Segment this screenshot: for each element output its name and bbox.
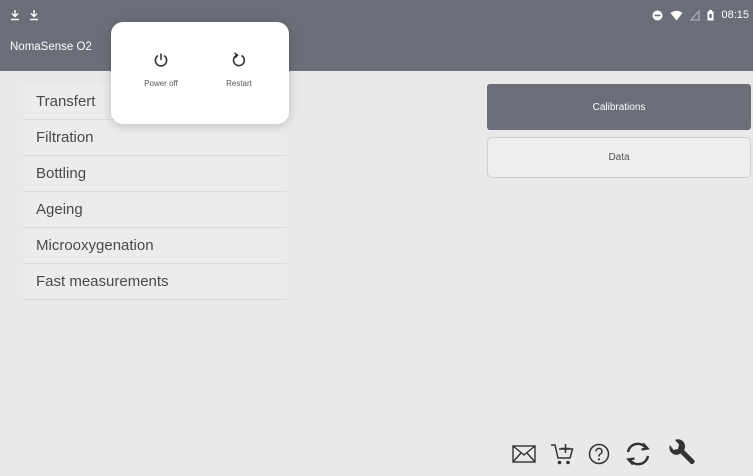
bottom-toolbar bbox=[512, 437, 696, 471]
menu-item-filtration[interactable]: Filtration bbox=[23, 120, 287, 156]
wifi-icon bbox=[670, 10, 683, 20]
restart-label: Restart bbox=[226, 79, 252, 88]
app-title: NomaSense O2 bbox=[10, 41, 92, 53]
menu-item-ageing[interactable]: Ageing bbox=[23, 192, 287, 228]
status-right: 08:15 bbox=[652, 9, 749, 21]
download-notification-icon bbox=[30, 10, 38, 21]
wrench-icon[interactable] bbox=[666, 439, 696, 469]
power-icon bbox=[154, 53, 168, 67]
power-dialog: Power off Restart bbox=[111, 22, 289, 124]
menu-item-bottling[interactable]: Bottling bbox=[23, 156, 287, 192]
restart-button[interactable]: Restart bbox=[209, 52, 269, 88]
data-button[interactable]: Data bbox=[487, 137, 751, 178]
restart-icon bbox=[232, 52, 246, 67]
cart-add-icon[interactable] bbox=[550, 442, 574, 466]
do-not-disturb-icon bbox=[652, 10, 663, 20]
help-icon[interactable] bbox=[588, 443, 610, 465]
status-time: 08:15 bbox=[721, 9, 749, 21]
menu-item-microoxygenation[interactable]: Microoxygenation bbox=[23, 228, 287, 264]
power-off-button[interactable]: Power off bbox=[131, 52, 191, 88]
no-sim-icon bbox=[690, 9, 701, 21]
sync-icon[interactable] bbox=[624, 441, 652, 467]
battery-icon bbox=[707, 9, 714, 20]
power-off-label: Power off bbox=[144, 79, 178, 88]
mail-icon[interactable] bbox=[512, 445, 536, 463]
download-notification-icon bbox=[11, 10, 19, 21]
menu-item-fast-measurements[interactable]: Fast measurements bbox=[23, 264, 287, 300]
status-left bbox=[10, 9, 39, 21]
calibrations-button[interactable]: Calibrations bbox=[487, 84, 751, 130]
